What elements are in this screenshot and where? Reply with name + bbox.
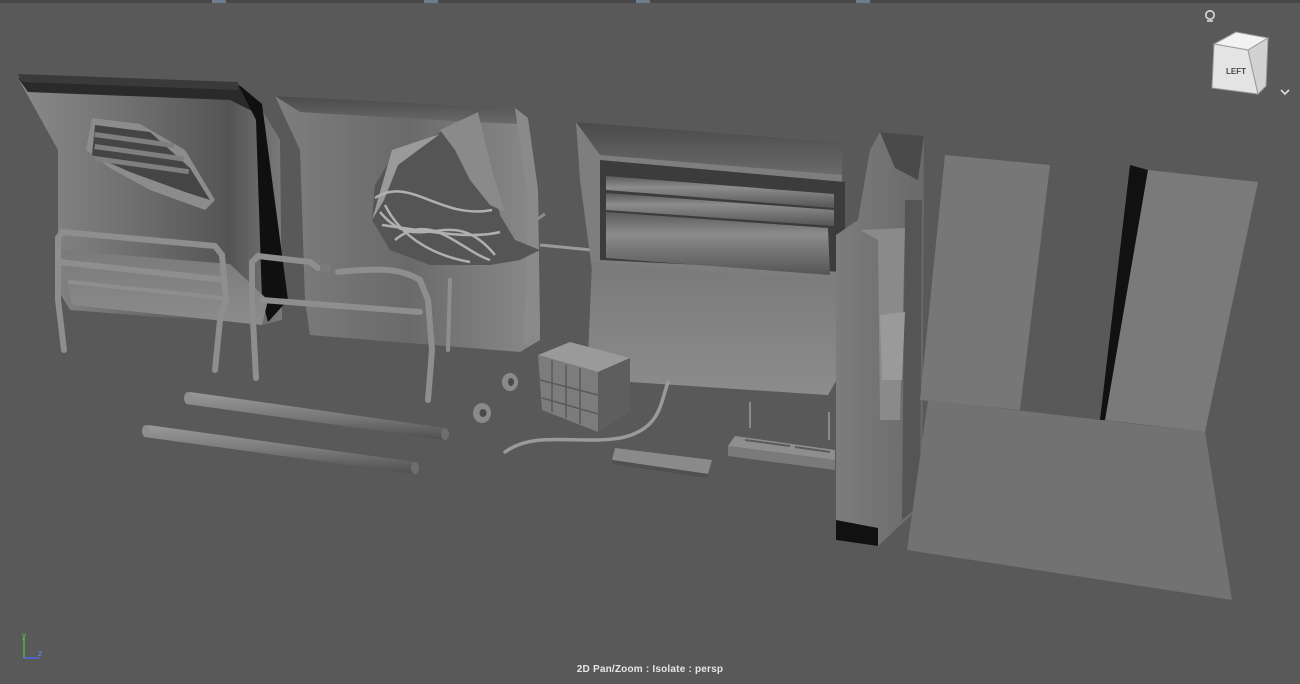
panel-with-torn-hole-and-cables[interactable] xyxy=(275,96,593,352)
pipe-lower[interactable] xyxy=(142,425,419,474)
vertical-pillar[interactable] xyxy=(836,132,924,546)
axis-y-label: y xyxy=(22,631,26,640)
chevron-down-icon[interactable] xyxy=(1278,85,1292,97)
floor-plate[interactable] xyxy=(612,448,712,478)
axis-z-label: z xyxy=(38,649,42,658)
scene-geometry[interactable] xyxy=(0,0,1300,684)
tray-bracket[interactable] xyxy=(728,402,835,470)
view-cube-front-face-label: LEFT xyxy=(1226,67,1246,76)
nut-large[interactable] xyxy=(473,403,491,423)
axis-gizmo: y z xyxy=(14,628,50,668)
junction-box[interactable] xyxy=(538,342,630,432)
railing-clamp xyxy=(320,264,330,272)
maya-viewport[interactable]: LEFT y z 2D Pan/Zoom : Isolate : persp xyxy=(0,0,1300,684)
nut-small[interactable] xyxy=(502,373,518,391)
viewport-hud-label: 2D Pan/Zoom : Isolate : persp xyxy=(576,664,724,675)
wall-floor-section[interactable] xyxy=(907,155,1258,600)
pipe-upper[interactable] xyxy=(184,392,449,440)
panel-with-pipes[interactable] xyxy=(576,122,845,395)
